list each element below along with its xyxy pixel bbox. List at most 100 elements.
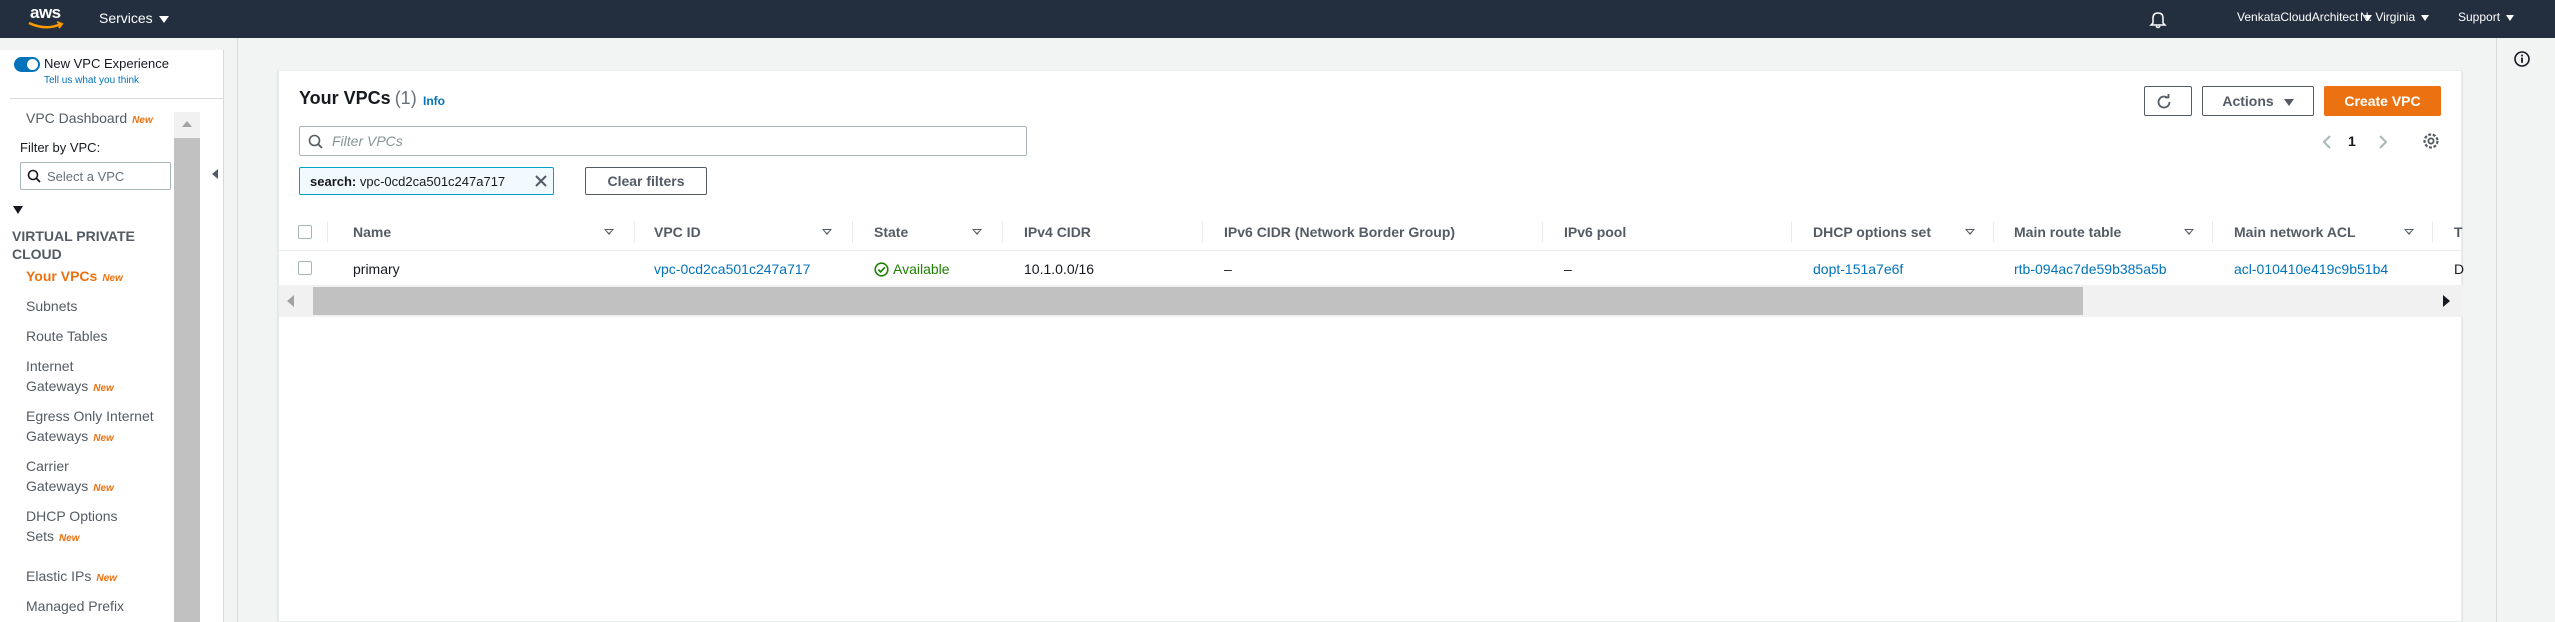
chevron-down-icon	[2283, 98, 2294, 106]
filter-vpcs-field[interactable]	[299, 126, 1027, 156]
scroll-right-arrow-icon[interactable]	[2443, 295, 2450, 307]
refresh-button[interactable]	[2144, 86, 2192, 116]
close-icon[interactable]	[533, 173, 549, 189]
region-menu[interactable]: N. Virginia	[2360, 10, 2430, 24]
cell-main-network-acl-link[interactable]: acl-010410e419c9b51b4	[2234, 252, 2388, 286]
select-all-checkbox[interactable]	[298, 225, 312, 239]
row-checkbox[interactable]	[298, 261, 312, 275]
sidebar-border	[237, 38, 238, 622]
clear-filters-label: Clear filters	[607, 173, 685, 189]
sidebar-item-egress-only-internet-gateways[interactable]: Egress Only Internet Gateways New	[26, 406, 154, 449]
sidebar-item-your-vpcs[interactable]: Your VPCs New	[26, 266, 123, 289]
sidebar-item-label: Subnets	[26, 298, 78, 314]
sort-icon[interactable]	[2404, 229, 2414, 235]
sidebar-item-label: Carrier	[26, 458, 69, 474]
filter-by-vpc-label: Filter by VPC:	[20, 140, 101, 155]
services-menu[interactable]: Services	[99, 10, 169, 26]
search-icon	[27, 169, 41, 183]
vpc-filter-select[interactable]: Select a VPC	[20, 162, 171, 190]
actions-label: Actions	[2222, 93, 2274, 109]
cell-name: primary	[353, 261, 400, 277]
filter-vpcs-input[interactable]	[332, 131, 1012, 151]
actions-button[interactable]: Actions	[2202, 86, 2314, 116]
scrollbar-thumb[interactable]	[313, 287, 2083, 315]
sidebar-item-route-tables[interactable]: Route Tables	[26, 326, 107, 346]
column-header-name[interactable]: Name	[353, 213, 391, 251]
sidebar-item-label: Elastic IPs	[26, 568, 92, 584]
feedback-link[interactable]: Tell us what you think	[44, 75, 139, 86]
chevron-right-icon[interactable]	[2376, 134, 2390, 150]
account-label: VenkataCloudArchitect	[2237, 10, 2359, 24]
column-header-ipv4-cidr[interactable]: IPv4 CIDR	[1024, 213, 1091, 251]
cell-state: Available	[874, 252, 950, 286]
column-header-state[interactable]: State	[874, 213, 908, 251]
sidebar-item-vpc-dashboard[interactable]: VPC Dashboard New	[26, 108, 153, 131]
new-vpc-experience-toggle[interactable]	[14, 57, 40, 72]
sidebar-item-carrier-gateways[interactable]: Carrier Gateways New	[26, 456, 114, 499]
info-icon[interactable]	[2513, 50, 2531, 68]
table-row[interactable]: primary vpc-0cd2ca501c247a717 Available …	[279, 252, 2464, 286]
new-badge: New	[93, 483, 114, 494]
filter-token-text: search: vpc-0cd2ca501c247a717	[310, 174, 505, 189]
sidebar-item-managed-prefix-lists[interactable]: Managed Prefix	[26, 596, 124, 616]
filter-token-key: search:	[310, 174, 357, 189]
sort-icon[interactable]	[604, 229, 614, 235]
column-header-main-network-acl[interactable]: Main network ACL	[2234, 213, 2356, 251]
scroll-up-arrow-icon[interactable]	[174, 112, 200, 138]
account-menu[interactable]: VenkataCloudArchitect	[2237, 10, 2373, 24]
column-header-vpc-id[interactable]: VPC ID	[654, 213, 701, 251]
sidebar-scrollbar[interactable]	[174, 112, 200, 622]
column-divider	[1993, 221, 1994, 243]
state-text: Available	[893, 261, 950, 277]
aws-logo[interactable]: aws	[27, 3, 67, 33]
support-label: Support	[2458, 10, 2501, 24]
cell-ipv4-cidr: 10.1.0.0/16	[1024, 261, 1095, 277]
sidebar-item-dhcp-options-sets[interactable]: DHCP Options Sets New	[26, 506, 118, 549]
sort-icon[interactable]	[972, 229, 982, 235]
column-header-main-route-table[interactable]: Main route table	[2014, 213, 2121, 251]
column-header-ipv6-pool[interactable]: IPv6 pool	[1564, 213, 1626, 251]
cell-main-route-table-link[interactable]: rtb-094ac7de59b385a5b	[2014, 252, 2167, 286]
side-navigation: New VPC Experience Tell us what you thin…	[0, 50, 224, 622]
sort-icon[interactable]	[2184, 229, 2194, 235]
column-divider	[1791, 221, 1792, 243]
table-header: Name VPC ID State IPv4 CIDR IPv6 CIDR (N…	[279, 213, 2463, 251]
new-badge: New	[96, 573, 117, 584]
scroll-left-arrow-icon[interactable]	[287, 295, 294, 307]
region-label: N. Virginia	[2360, 10, 2416, 24]
sidebar-item-internet-gateways[interactable]: Internet Gateways New	[26, 356, 114, 399]
create-vpc-button[interactable]: Create VPC	[2324, 86, 2441, 116]
column-header-tenancy[interactable]: T	[2454, 213, 2463, 251]
cell-vpc-id-link[interactable]: vpc-0cd2ca501c247a717	[654, 252, 810, 286]
gear-icon[interactable]	[2421, 131, 2441, 151]
bell-icon[interactable]	[2148, 9, 2168, 29]
caret-down-icon[interactable]	[13, 206, 23, 214]
sidebar-item-subnets[interactable]: Subnets	[26, 296, 77, 316]
chevron-left-icon[interactable]	[2320, 134, 2334, 150]
services-label: Services	[99, 10, 153, 26]
horizontal-scrollbar[interactable]	[279, 285, 2463, 317]
sidebar-item-label-line2: Sets	[26, 528, 55, 544]
column-header-dhcp-options-set[interactable]: DHCP options set	[1813, 213, 1931, 251]
support-menu[interactable]: Support	[2458, 10, 2515, 24]
cell-dhcp-options-link[interactable]: dopt-151a7e6f	[1813, 252, 1903, 286]
clear-filters-button[interactable]: Clear filters	[585, 167, 707, 195]
cell-ipv6-pool: –	[1564, 261, 1572, 277]
column-header-ipv6-cidr[interactable]: IPv6 CIDR (Network Border Group)	[1224, 213, 1455, 251]
page-number[interactable]: 1	[2348, 133, 2356, 149]
sidebar-item-label-line2: Gateways	[26, 378, 89, 394]
collapse-sidebar-icon[interactable]	[208, 164, 224, 184]
new-badge: New	[102, 273, 123, 284]
filter-token: search: vpc-0cd2ca501c247a717	[299, 167, 554, 195]
column-divider	[1542, 221, 1543, 243]
sidebar-item-elastic-ips[interactable]: Elastic IPs New	[26, 566, 117, 589]
sidebar-item-label: Route Tables	[26, 328, 108, 344]
column-divider	[634, 221, 635, 243]
sort-icon[interactable]	[822, 229, 832, 235]
info-link[interactable]: Info	[423, 94, 445, 108]
sort-icon[interactable]	[1965, 229, 1975, 235]
toggle-knob	[27, 59, 38, 70]
page-title-text: Your VPCs	[299, 88, 391, 108]
chevron-down-icon	[2506, 14, 2515, 21]
new-badge: New	[132, 115, 153, 126]
